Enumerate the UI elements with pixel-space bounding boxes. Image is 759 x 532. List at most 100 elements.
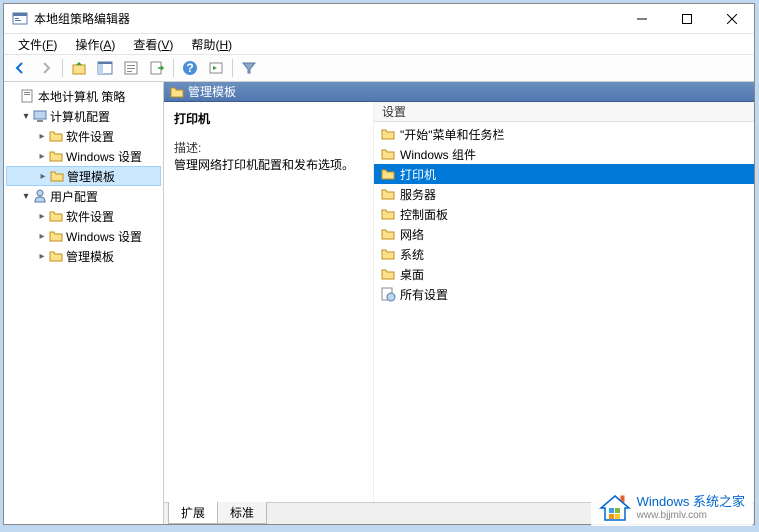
folder-icon (48, 248, 64, 264)
tree-arrow-icon[interactable] (20, 111, 32, 122)
tree-arrow-icon[interactable] (36, 231, 48, 242)
list-item-desktop[interactable]: 桌面 (374, 264, 754, 284)
close-button[interactable] (709, 4, 754, 33)
menu-file[interactable]: 文件(F) (10, 34, 65, 55)
tree-item-user-software[interactable]: 软件设置 (6, 206, 161, 226)
app-icon (12, 11, 28, 27)
folder-icon (380, 206, 396, 222)
export-button[interactable] (145, 57, 169, 79)
tree-user-config[interactable]: 用户配置 (6, 186, 161, 206)
tree-label: 管理模板 (67, 168, 115, 185)
tree-label: 软件设置 (66, 208, 114, 225)
list-item-printers[interactable]: 打印机 (374, 164, 754, 184)
toolbar-separator (232, 59, 233, 77)
folder-icon (380, 226, 396, 242)
tree-label: Windows 设置 (66, 228, 142, 245)
toolbar: ? (4, 54, 754, 82)
computer-icon (32, 108, 48, 124)
tab-standard[interactable]: 标准 (217, 502, 267, 524)
folder-icon (380, 146, 396, 162)
folder-icon (380, 126, 396, 142)
tree-arrow-icon[interactable] (36, 211, 48, 222)
folder-icon (48, 208, 64, 224)
back-button[interactable] (8, 57, 32, 79)
tree-label: 本地计算机 策略 (38, 88, 125, 105)
forward-button[interactable] (34, 57, 58, 79)
watermark-text: Windows 系统之家 www.bjjmlv.com (637, 495, 745, 520)
watermark: Windows 系统之家 www.bjjmlv.com (591, 490, 753, 526)
panel-header: 管理模板 (164, 82, 754, 102)
list-item-server[interactable]: 服务器 (374, 184, 754, 204)
list-item-label: 服务器 (400, 186, 436, 203)
menu-bar: 文件(F) 操作(A) 查看(V) 帮助(H) (4, 34, 754, 54)
folder-icon (48, 228, 64, 244)
show-hide-tree-button[interactable] (93, 57, 117, 79)
list-item-label: 桌面 (400, 266, 424, 283)
list-item-control-panel[interactable]: 控制面板 (374, 204, 754, 224)
selected-item-title: 打印机 (174, 110, 363, 127)
list-item-network[interactable]: 网络 (374, 224, 754, 244)
tree-panel[interactable]: 本地计算机 策略 计算机配置 软件设置 Windows 设置 管理模板 (4, 82, 164, 524)
title-bar: 本地组策略编辑器 (4, 4, 754, 34)
tree-arrow-icon[interactable] (36, 131, 48, 142)
list-item-label: 控制面板 (400, 206, 448, 223)
list-body[interactable]: "开始"菜单和任务栏 Windows 组件 打印机 服务器 (374, 122, 754, 502)
tree-label: 计算机配置 (50, 108, 110, 125)
list-item-start-menu[interactable]: "开始"菜单和任务栏 (374, 124, 754, 144)
up-button[interactable] (67, 57, 91, 79)
user-icon (32, 188, 48, 204)
svg-text:?: ? (186, 61, 193, 75)
tree-item-windows-settings[interactable]: Windows 设置 (6, 146, 161, 166)
tree-item-user-admin-templates[interactable]: 管理模板 (6, 246, 161, 266)
policy-icon (20, 88, 36, 104)
list-item-label: Windows 组件 (400, 146, 476, 163)
list-column-header[interactable]: 设置 (374, 102, 754, 122)
tab-extended[interactable]: 扩展 (168, 502, 218, 524)
main-window: 本地组策略编辑器 文件(F) 操作(A) 查看(V) 帮助(H) ? (3, 3, 755, 525)
tree-item-user-windows[interactable]: Windows 设置 (6, 226, 161, 246)
help-button[interactable]: ? (178, 57, 202, 79)
tree-label: Windows 设置 (66, 148, 142, 165)
content-area: 本地计算机 策略 计算机配置 软件设置 Windows 设置 管理模板 (4, 82, 754, 524)
list-item-label: "开始"菜单和任务栏 (400, 126, 505, 143)
maximize-button[interactable] (664, 4, 709, 33)
menu-help[interactable]: 帮助(H) (183, 34, 240, 55)
list-item-label: 打印机 (400, 166, 436, 183)
tree-label: 管理模板 (66, 248, 114, 265)
filter-button[interactable] (237, 57, 261, 79)
minimize-button[interactable] (619, 4, 664, 33)
toolbar-separator (173, 59, 174, 77)
watermark-url: www.bjjmlv.com (637, 510, 745, 521)
house-icon (599, 494, 631, 522)
tree-item-software[interactable]: 软件设置 (6, 126, 161, 146)
tree-label: 软件设置 (66, 128, 114, 145)
menu-action[interactable]: 操作(A) (67, 34, 123, 55)
tree-label: 用户配置 (50, 188, 98, 205)
properties-button[interactable] (119, 57, 143, 79)
list-item-label: 所有设置 (400, 286, 448, 303)
folder-icon (380, 166, 396, 182)
folder-icon (380, 266, 396, 282)
list-item-system[interactable]: 系统 (374, 244, 754, 264)
watermark-title: Windows 系统之家 (637, 495, 745, 509)
list-item-windows-components[interactable]: Windows 组件 (374, 144, 754, 164)
tree-item-admin-templates[interactable]: 管理模板 (6, 166, 161, 186)
menu-view[interactable]: 查看(V) (125, 34, 181, 55)
tree-computer-config[interactable]: 计算机配置 (6, 106, 161, 126)
list-item-label: 系统 (400, 246, 424, 263)
tree-arrow-icon[interactable] (36, 151, 48, 162)
right-panel: 管理模板 打印机 描述: 管理网络打印机配置和发布选项。 设置 "开始"菜单和任… (164, 82, 754, 524)
refresh-button[interactable] (204, 57, 228, 79)
tree-arrow-icon[interactable] (36, 251, 48, 262)
folder-icon (170, 85, 184, 99)
panel-body: 打印机 描述: 管理网络打印机配置和发布选项。 设置 "开始"菜单和任务栏 Wi… (164, 102, 754, 502)
list-item-all-settings[interactable]: 所有设置 (374, 284, 754, 304)
tree-arrow-icon[interactable] (37, 171, 49, 182)
tree-arrow-icon[interactable] (20, 191, 32, 202)
folder-icon (380, 246, 396, 262)
tree-root[interactable]: 本地计算机 策略 (6, 86, 161, 106)
panel-title: 管理模板 (188, 83, 236, 100)
list-column: 设置 "开始"菜单和任务栏 Windows 组件 打印机 (374, 102, 754, 502)
folder-icon (380, 186, 396, 202)
window-controls (619, 4, 754, 33)
